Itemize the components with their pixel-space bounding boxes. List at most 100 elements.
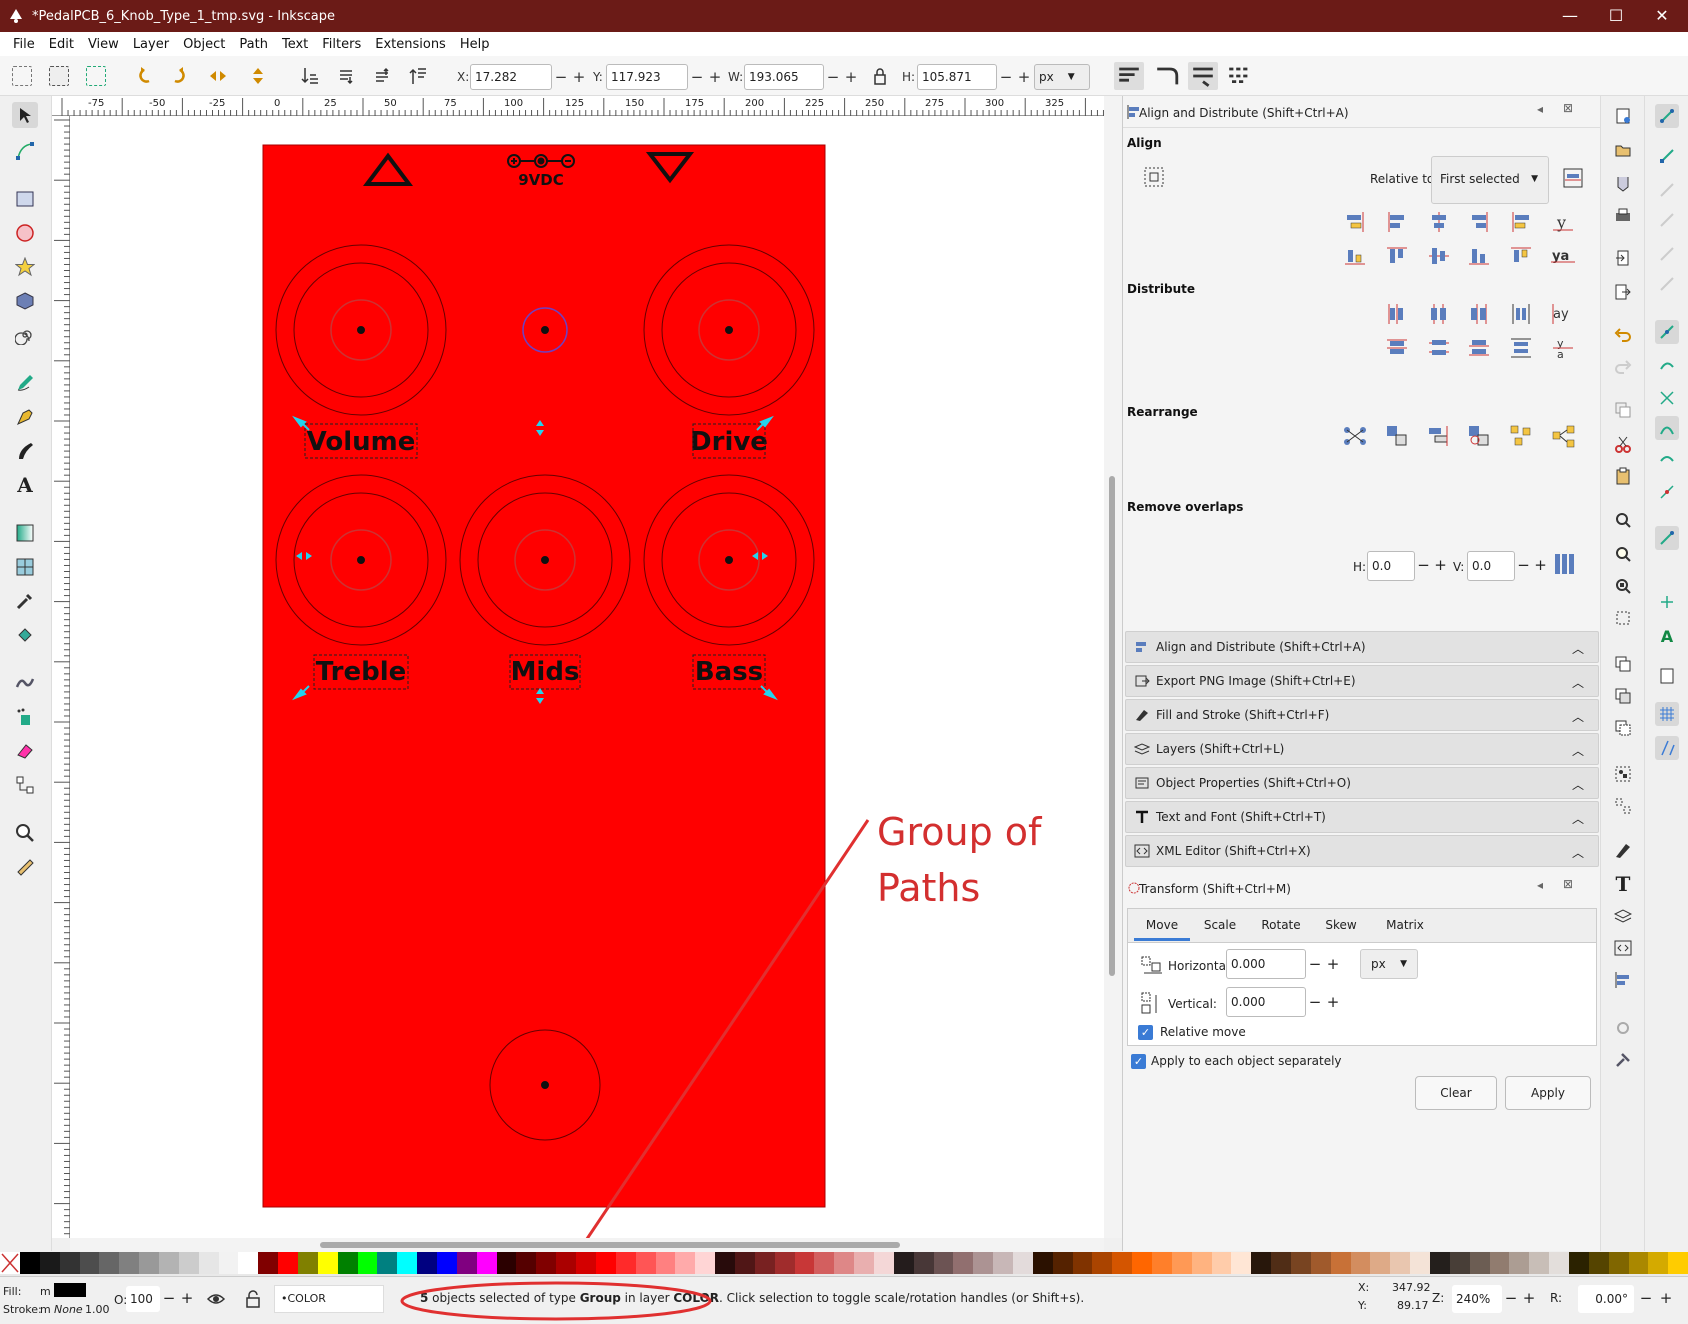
color-swatch[interactable]: [258, 1252, 279, 1274]
horizontal-input[interactable]: 0.000: [1226, 949, 1306, 979]
color-swatch[interactable]: [1251, 1252, 1272, 1274]
cut-icon[interactable]: [1611, 432, 1635, 456]
deselect-icon[interactable]: [86, 66, 106, 86]
color-swatch[interactable]: [1370, 1252, 1391, 1274]
color-swatch[interactable]: [59, 1252, 80, 1274]
text-tool-icon[interactable]: A: [12, 472, 38, 498]
group-icon[interactable]: [1611, 762, 1635, 786]
color-swatch[interactable]: [1648, 1252, 1669, 1274]
distribute-centers-v-icon[interactable]: [1425, 334, 1453, 362]
import-icon[interactable]: [1611, 246, 1635, 270]
remove-overlaps-icon[interactable]: [1551, 550, 1579, 578]
distribute-gaps-h-icon[interactable]: [1507, 300, 1535, 328]
layer-select[interactable]: •COLOR: [274, 1285, 384, 1313]
color-swatch[interactable]: [516, 1252, 537, 1274]
color-swatch[interactable]: [39, 1252, 60, 1274]
align-right-edge-to-left-icon[interactable]: [1341, 208, 1369, 236]
align-bottom-edges-icon[interactable]: [1465, 242, 1493, 270]
label-treble[interactable]: Treble: [316, 657, 407, 687]
horizontal-scrollbar[interactable]: [70, 1238, 1104, 1252]
color-swatch[interactable]: [595, 1252, 616, 1274]
color-swatch[interactable]: [238, 1252, 259, 1274]
label-bass[interactable]: Bass: [695, 657, 763, 687]
lock-icon[interactable]: [870, 66, 890, 86]
tab-rotate[interactable]: Rotate: [1250, 909, 1312, 941]
menu-layer[interactable]: Layer: [133, 37, 169, 52]
rotation-input[interactable]: 0.00°: [1578, 1285, 1634, 1313]
overlap-h-input[interactable]: 0.0: [1367, 551, 1415, 581]
menu-object[interactable]: Object: [183, 37, 225, 52]
label-drive[interactable]: Drive: [690, 427, 768, 457]
treat-as-group-icon[interactable]: [1143, 166, 1165, 188]
color-swatch[interactable]: [1171, 1252, 1192, 1274]
vertical-stepper[interactable]: − +: [1306, 993, 1342, 1011]
y-input[interactable]: 117.923: [606, 64, 688, 90]
export-icon[interactable]: [1611, 280, 1635, 304]
scale-stroke-icon[interactable]: [1114, 62, 1144, 90]
no-paint-swatch[interactable]: [0, 1252, 20, 1274]
w-input[interactable]: 193.065: [744, 64, 824, 90]
toggle-lock-icon[interactable]: [244, 1289, 262, 1309]
distribute-top-edges-icon[interactable]: [1383, 334, 1411, 362]
align-distribute-icon[interactable]: [1611, 968, 1635, 992]
xml-editor-icon[interactable]: [1611, 936, 1635, 960]
selector-tool-icon[interactable]: [12, 102, 38, 128]
unclump-icon[interactable]: [1549, 422, 1577, 450]
stroke-none[interactable]: None: [54, 1303, 83, 1316]
zoom-drawing-icon[interactable]: [1611, 542, 1635, 566]
w-stepper[interactable]: − +: [824, 64, 860, 90]
color-swatch[interactable]: [1390, 1252, 1411, 1274]
select-all-layers-icon[interactable]: [49, 66, 69, 86]
color-swatch[interactable]: [1628, 1252, 1649, 1274]
menu-filters[interactable]: Filters: [322, 37, 361, 52]
overlap-v-input[interactable]: 0.0: [1467, 551, 1515, 581]
color-swatch[interactable]: [556, 1252, 577, 1274]
zoom-tool-icon[interactable]: [12, 820, 38, 846]
duplicate-icon[interactable]: [1611, 652, 1635, 676]
snap-page-border-icon[interactable]: [1655, 664, 1679, 688]
color-swatch[interactable]: [159, 1252, 179, 1274]
apply-each-checkbox[interactable]: ✓: [1131, 1054, 1146, 1069]
h-input[interactable]: 105.871: [917, 64, 997, 90]
color-swatch[interactable]: [635, 1252, 656, 1274]
exchange-z-order-icon[interactable]: [1425, 422, 1453, 450]
color-swatch[interactable]: [1569, 1252, 1589, 1274]
color-swatch[interactable]: [973, 1252, 994, 1274]
maximize-button[interactable]: ☐: [1593, 0, 1639, 32]
color-swatch[interactable]: [615, 1252, 636, 1274]
y-stepper[interactable]: − +: [688, 64, 724, 90]
ungroup-icon[interactable]: [1611, 794, 1635, 818]
rotate-cw-icon[interactable]: [170, 66, 190, 86]
color-swatch[interactable]: [933, 1252, 954, 1274]
horizontal-scroll-thumb[interactable]: [320, 1242, 900, 1248]
node-tool-icon[interactable]: [12, 138, 38, 164]
color-swatch[interactable]: [814, 1252, 835, 1274]
connector-tool-icon[interactable]: [12, 772, 38, 798]
measure-tool-icon[interactable]: [12, 854, 38, 880]
align-top-edges-icon[interactable]: [1383, 242, 1411, 270]
color-swatch[interactable]: [1330, 1252, 1351, 1274]
color-swatch[interactable]: [1529, 1252, 1550, 1274]
select-all-icon[interactable]: [12, 66, 32, 86]
color-swatch[interactable]: [993, 1252, 1013, 1274]
new-document-icon[interactable]: [1611, 104, 1635, 128]
color-swatch[interactable]: [1449, 1252, 1470, 1274]
color-swatch[interactable]: [198, 1252, 219, 1274]
undock-icon[interactable]: ◂: [1537, 102, 1543, 116]
color-swatch[interactable]: [1291, 1252, 1311, 1274]
zoom-stepper[interactable]: − +: [1502, 1289, 1538, 1307]
pen-tool-icon[interactable]: [12, 404, 38, 430]
eraser-tool-icon[interactable]: [12, 738, 38, 764]
unit-select[interactable]: px ▼: [1034, 64, 1090, 90]
align-bottom-to-top-icon[interactable]: [1341, 242, 1369, 270]
color-swatch[interactable]: [99, 1252, 120, 1274]
color-swatch[interactable]: [1310, 1252, 1331, 1274]
zoom-selection-icon[interactable]: [1611, 508, 1635, 532]
menu-file[interactable]: File: [13, 37, 35, 52]
color-swatch[interactable]: [695, 1252, 716, 1274]
opacity-input[interactable]: 100: [126, 1286, 160, 1312]
drawing-canvas[interactable]: 9VDC Volume Drive Treble Mids Bass Group…: [70, 116, 1104, 1238]
dock-align-distribute[interactable]: Align and Distribute (Shift+Ctrl+A) ︿: [1125, 631, 1599, 663]
color-swatch[interactable]: [953, 1252, 974, 1274]
vertical-scroll-thumb[interactable]: [1109, 476, 1115, 976]
